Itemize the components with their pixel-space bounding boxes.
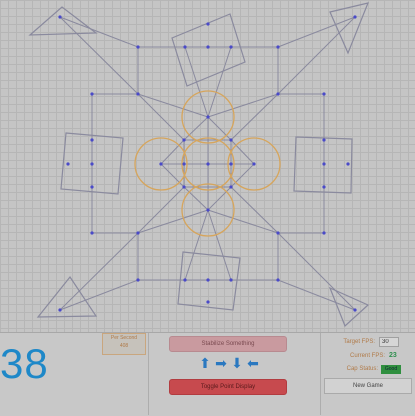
point-mass (159, 162, 163, 166)
point-mass (183, 278, 187, 282)
point-mass (58, 15, 62, 19)
per-second-value: 408 (119, 343, 129, 349)
new-game-button[interactable]: New Game (324, 378, 412, 394)
point-mass (90, 231, 94, 235)
cap-status-label: Cap Status: (346, 366, 378, 372)
target-fps-input[interactable] (379, 337, 399, 347)
point-mass (276, 278, 280, 282)
arrow-left-icon[interactable]: ⬅ (246, 356, 260, 370)
point-mass (346, 162, 350, 166)
point-mass (229, 45, 233, 49)
spring-line (207, 186, 232, 211)
point-mass (58, 308, 62, 312)
point-mass (322, 185, 326, 189)
current-fps-label: Current FPS: (349, 353, 385, 359)
point-mass (229, 138, 233, 142)
spring-line (230, 186, 279, 234)
point-mass (206, 45, 210, 49)
point-mass (229, 162, 233, 166)
spring-line (277, 16, 356, 95)
per-second-box: Per Second 408 (102, 333, 146, 355)
point-mass (276, 231, 280, 235)
spring-line (59, 279, 139, 311)
spring-line (230, 163, 255, 188)
point-mass (322, 162, 326, 166)
spring-line (137, 209, 209, 234)
point-mass (206, 162, 210, 166)
point-mass (136, 278, 140, 282)
point-mass (136, 231, 140, 235)
target-fps-label: Target FPS: (343, 339, 375, 345)
spring-line (277, 232, 356, 311)
per-second-label: Per Second (110, 335, 138, 341)
spring-line (160, 163, 185, 188)
point-mass (136, 45, 140, 49)
spring-line (207, 209, 279, 234)
physics-world[interactable] (0, 0, 415, 332)
point-mass (206, 22, 210, 26)
point-mass (183, 45, 187, 49)
spring-line (277, 279, 356, 311)
rigid-body (329, 2, 369, 55)
point-mass (353, 15, 357, 19)
stabilize-button[interactable]: Stabilize Something (169, 336, 287, 352)
spring-line (137, 93, 209, 118)
point-mass (90, 185, 94, 189)
spring-line (137, 93, 185, 141)
point-mass (276, 45, 280, 49)
point-mass (182, 162, 186, 166)
spring-line (160, 139, 185, 165)
spring-line (230, 93, 279, 141)
arrow-up-icon[interactable]: ⬆ (198, 356, 212, 370)
spring-line (137, 186, 185, 234)
arrow-right-icon[interactable]: ➡ (214, 356, 228, 370)
point-mass (182, 138, 186, 142)
point-mass (66, 162, 70, 166)
hud-divider (148, 333, 149, 415)
point-mass (353, 308, 357, 312)
arrow-controls: ⬆ ➡ ⬇ ⬅ (198, 356, 260, 372)
point-mass (322, 231, 326, 235)
point-mass (229, 185, 233, 189)
game-canvas[interactable] (0, 0, 415, 332)
rigid-body (328, 286, 370, 328)
point-mass (90, 92, 94, 96)
spring-line (184, 209, 209, 281)
spring-line (59, 232, 139, 311)
score-display: 38 (0, 340, 49, 387)
point-mass (229, 278, 233, 282)
spring-line (207, 46, 232, 118)
current-fps-value: 23 (389, 352, 397, 359)
point-mass (206, 300, 210, 304)
spring-line (207, 209, 232, 281)
point-mass (206, 115, 210, 119)
point-mass (182, 185, 186, 189)
cap-status-badge: Good (381, 365, 401, 374)
point-mass (90, 138, 94, 142)
spring-line (59, 16, 139, 95)
spring-line (59, 16, 139, 48)
point-mass (252, 162, 256, 166)
spring-line (207, 93, 279, 118)
rigid-body (28, 6, 98, 36)
point-mass (322, 92, 326, 96)
spring-line (230, 139, 255, 165)
spring-line (183, 186, 209, 211)
arrow-down-icon[interactable]: ⬇ (230, 356, 244, 370)
point-mass (206, 278, 210, 282)
point-mass (136, 92, 140, 96)
spring-line (183, 116, 209, 141)
spring-line (207, 116, 232, 141)
point-mass (322, 138, 326, 142)
point-mass (276, 92, 280, 96)
point-mass (90, 162, 94, 166)
point-mass (206, 208, 210, 212)
toggle-point-display-button[interactable]: Toggle Point Display (169, 379, 287, 395)
hud-divider (320, 333, 321, 415)
